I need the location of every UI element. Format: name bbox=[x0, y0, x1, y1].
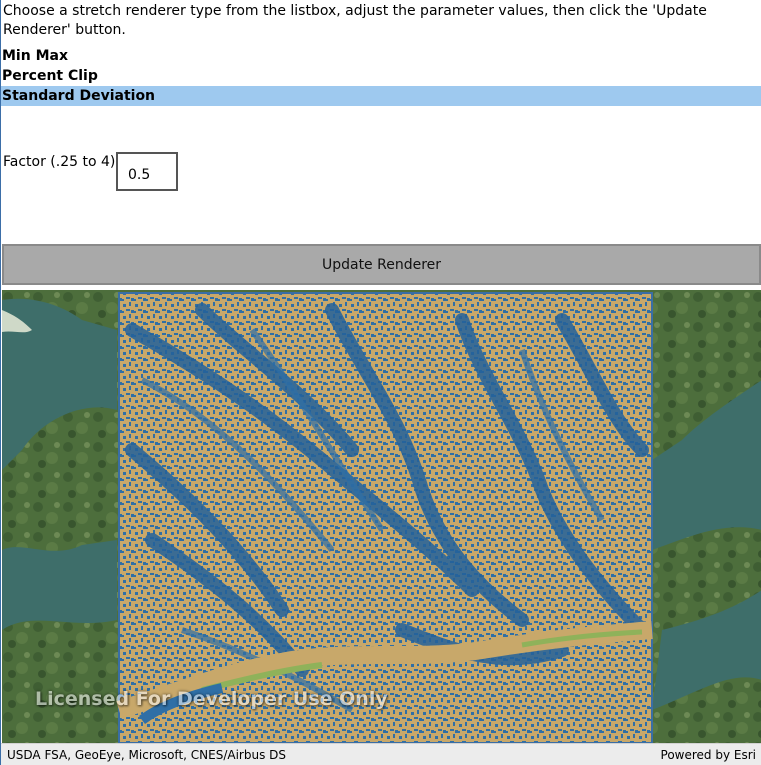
listbox-item-percent-clip[interactable]: Percent Clip bbox=[1, 66, 761, 86]
listbox-item-standard-deviation[interactable]: Standard Deviation bbox=[1, 86, 761, 106]
factor-input[interactable] bbox=[116, 152, 178, 191]
map-attribution-bar: USDA FSA, GeoEye, Microsoft, CNES/Airbus… bbox=[1, 743, 761, 765]
map-imagery bbox=[2, 290, 761, 743]
app-window: Choose a stretch renderer type from the … bbox=[0, 0, 761, 765]
update-renderer-button[interactable]: Update Renderer bbox=[2, 244, 761, 285]
license-watermark: Licensed For Developer Use Only bbox=[35, 688, 388, 710]
attribution-text: USDA FSA, GeoEye, Microsoft, CNES/Airbus… bbox=[7, 748, 286, 762]
factor-label: Factor (.25 to 4): bbox=[3, 154, 121, 170]
listbox-item-min-max[interactable]: Min Max bbox=[1, 46, 761, 66]
powered-by-text[interactable]: Powered by Esri bbox=[661, 744, 756, 765]
instructions-text: Choose a stretch renderer type from the … bbox=[3, 3, 707, 38]
renderer-type-listbox[interactable]: Min Max Percent Clip Standard Deviation bbox=[1, 46, 761, 106]
map-view[interactable]: Licensed For Developer Use Only bbox=[2, 290, 761, 743]
